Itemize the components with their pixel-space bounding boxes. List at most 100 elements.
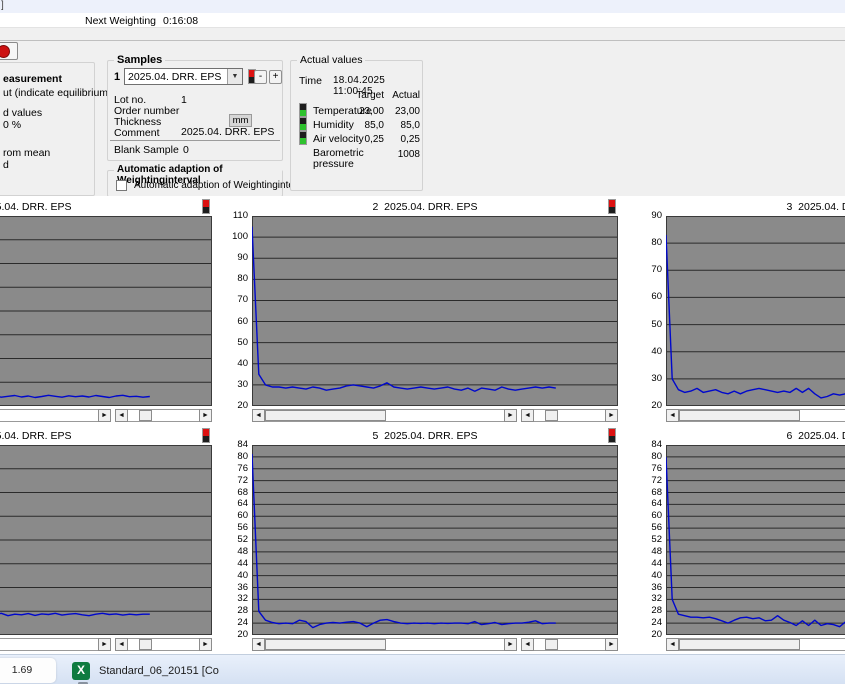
- next-weighting-countdown: 0:16:08: [163, 15, 198, 27]
- zoom-scrollbar[interactable]: [115, 638, 212, 651]
- x-scrollbar[interactable]: [0, 638, 111, 651]
- x-scrollbar[interactable]: [666, 638, 845, 651]
- scrollbar-track[interactable]: [534, 409, 605, 422]
- taskbar-item-excel[interactable]: Standard_06_20151 [Co: [72, 658, 219, 683]
- record-icon: [0, 45, 10, 58]
- sample-select-dropdown[interactable]: 2025.04. DRR. EPS: [124, 68, 243, 85]
- scrollbar-thumb[interactable]: [679, 410, 800, 421]
- chart-traffic-light-icon: [608, 428, 616, 443]
- weighting-interval-adaption-group: Automatic adaption of Weightinginterval …: [107, 170, 283, 197]
- scrollbar-track[interactable]: [128, 638, 199, 651]
- scroll-right-button[interactable]: [605, 638, 618, 651]
- excel-icon: [72, 662, 90, 680]
- scrollbar-thumb[interactable]: [265, 410, 386, 421]
- y-axis-tick-label: 44: [229, 559, 248, 569]
- scroll-left-button[interactable]: [521, 638, 534, 651]
- sample-select-value: 2025.04. DRR. EPS: [125, 71, 227, 83]
- scrollbar-thumb[interactable]: [265, 639, 386, 650]
- zoom-scrollbar[interactable]: [115, 409, 212, 422]
- scroll-left-button[interactable]: [252, 409, 265, 422]
- add-sample-button[interactable]: +: [269, 70, 282, 84]
- next-weighting-label: Next Weighting: [85, 15, 156, 27]
- scrollbar-track[interactable]: [534, 638, 605, 651]
- chart-plot: [0, 445, 212, 635]
- scroll-right-button[interactable]: [98, 638, 111, 651]
- zoom-scrollbar[interactable]: [521, 638, 618, 651]
- samples-group-title: Samples: [114, 54, 165, 66]
- scrollbar-track[interactable]: [265, 409, 504, 422]
- scrollbar-thumb[interactable]: [545, 639, 558, 650]
- y-axis-tick-label: 76: [229, 464, 248, 474]
- y-axis-tick-label: 64: [643, 499, 662, 509]
- option-label-fragment: ut (indicate equilibrium): [3, 87, 112, 99]
- scrollbar-thumb[interactable]: [139, 639, 152, 650]
- scrollbar-thumb[interactable]: [139, 410, 152, 421]
- chart-traffic-light-icon: [202, 199, 210, 214]
- window-title-fragment: ]: [1, 0, 4, 11]
- option-label-fragment: rom mean: [3, 147, 50, 159]
- option-label-fragment: 0 %: [3, 119, 21, 131]
- scroll-left-button[interactable]: [666, 409, 679, 422]
- y-axis-tick-label: 36: [229, 583, 248, 593]
- scrollbar-track[interactable]: [0, 409, 98, 422]
- x-scrollbar[interactable]: [252, 638, 517, 651]
- taskbar-item-partial[interactable]: 1.69: [0, 658, 56, 683]
- scroll-left-button[interactable]: [115, 638, 128, 651]
- adaption-checkbox[interactable]: [116, 180, 127, 191]
- scroll-left-button[interactable]: [521, 409, 534, 422]
- y-axis-tick-label: 72: [229, 476, 248, 486]
- scrollbar-track[interactable]: [679, 638, 845, 651]
- y-axis-tick-label: 70: [229, 295, 248, 305]
- y-axis-tick-label: 40: [643, 571, 662, 581]
- x-scrollbar[interactable]: [666, 409, 845, 422]
- chart-panel: 1 2025.04. DRR. EPS: [0, 198, 215, 424]
- y-axis-tick-label: 20: [229, 630, 248, 640]
- chart-scrollbars: [252, 638, 618, 651]
- y-axis-tick-label: 84: [229, 440, 248, 450]
- y-axis-tick-label: 80: [229, 274, 248, 284]
- zoom-scrollbar[interactable]: [521, 409, 618, 422]
- y-axis-tick-label: 72: [643, 476, 662, 486]
- y-axis-tick-label: 50: [229, 338, 248, 348]
- x-scrollbar[interactable]: [252, 409, 517, 422]
- chevron-down-icon[interactable]: [227, 69, 242, 84]
- y-axis: 8480767268646056524844403632282420: [643, 445, 664, 635]
- samples-group: Samples 1 2025.04. DRR. EPS - + Lot no. …: [107, 60, 283, 161]
- scroll-left-button[interactable]: [115, 409, 128, 422]
- scroll-right-button[interactable]: [98, 409, 111, 422]
- scroll-right-button[interactable]: [199, 409, 212, 422]
- y-axis: 1101009080706050403020: [229, 216, 250, 406]
- target-column-header: Target: [346, 90, 384, 101]
- scrollbar-track[interactable]: [0, 638, 98, 651]
- lot-no-value: 1: [181, 94, 187, 106]
- separator: [110, 140, 280, 141]
- chart-scrollbars: [0, 409, 212, 422]
- air-velocity-actual: 0,25: [384, 134, 420, 145]
- scroll-left-button[interactable]: [666, 638, 679, 651]
- y-axis-tick-label: 28: [229, 606, 248, 616]
- chart-title: 3 2025.04. DRR. EPS: [643, 201, 845, 213]
- background-window-titlebar: ]: [0, 0, 845, 13]
- y-axis: 8480767268646056524844403632282420: [229, 445, 250, 635]
- scroll-left-button[interactable]: [252, 638, 265, 651]
- chart-scrollbars: [666, 409, 845, 422]
- y-axis-tick-label: 76: [643, 464, 662, 474]
- scroll-right-button[interactable]: [605, 409, 618, 422]
- actual-column-header: Actual: [384, 90, 420, 101]
- scroll-right-button[interactable]: [199, 638, 212, 651]
- stop-measurement-button[interactable]: [0, 42, 18, 60]
- scrollbar-track[interactable]: [679, 409, 845, 422]
- scroll-right-button[interactable]: [504, 409, 517, 422]
- remove-sample-button[interactable]: -: [254, 70, 267, 84]
- scrollbar-track[interactable]: [265, 638, 504, 651]
- scrollbar-thumb[interactable]: [679, 639, 800, 650]
- y-axis-tick-label: 50: [643, 320, 662, 330]
- y-axis-tick-label: 24: [643, 618, 662, 628]
- x-scrollbar[interactable]: [0, 409, 111, 422]
- y-axis-tick-label: 44: [643, 559, 662, 569]
- chart-panel: 5 2025.04. DRR. EPS 84807672686460565248…: [229, 427, 621, 653]
- scroll-right-button[interactable]: [504, 638, 517, 651]
- scrollbar-track[interactable]: [128, 409, 199, 422]
- y-axis-tick-label: 100: [229, 232, 248, 242]
- scrollbar-thumb[interactable]: [545, 410, 558, 421]
